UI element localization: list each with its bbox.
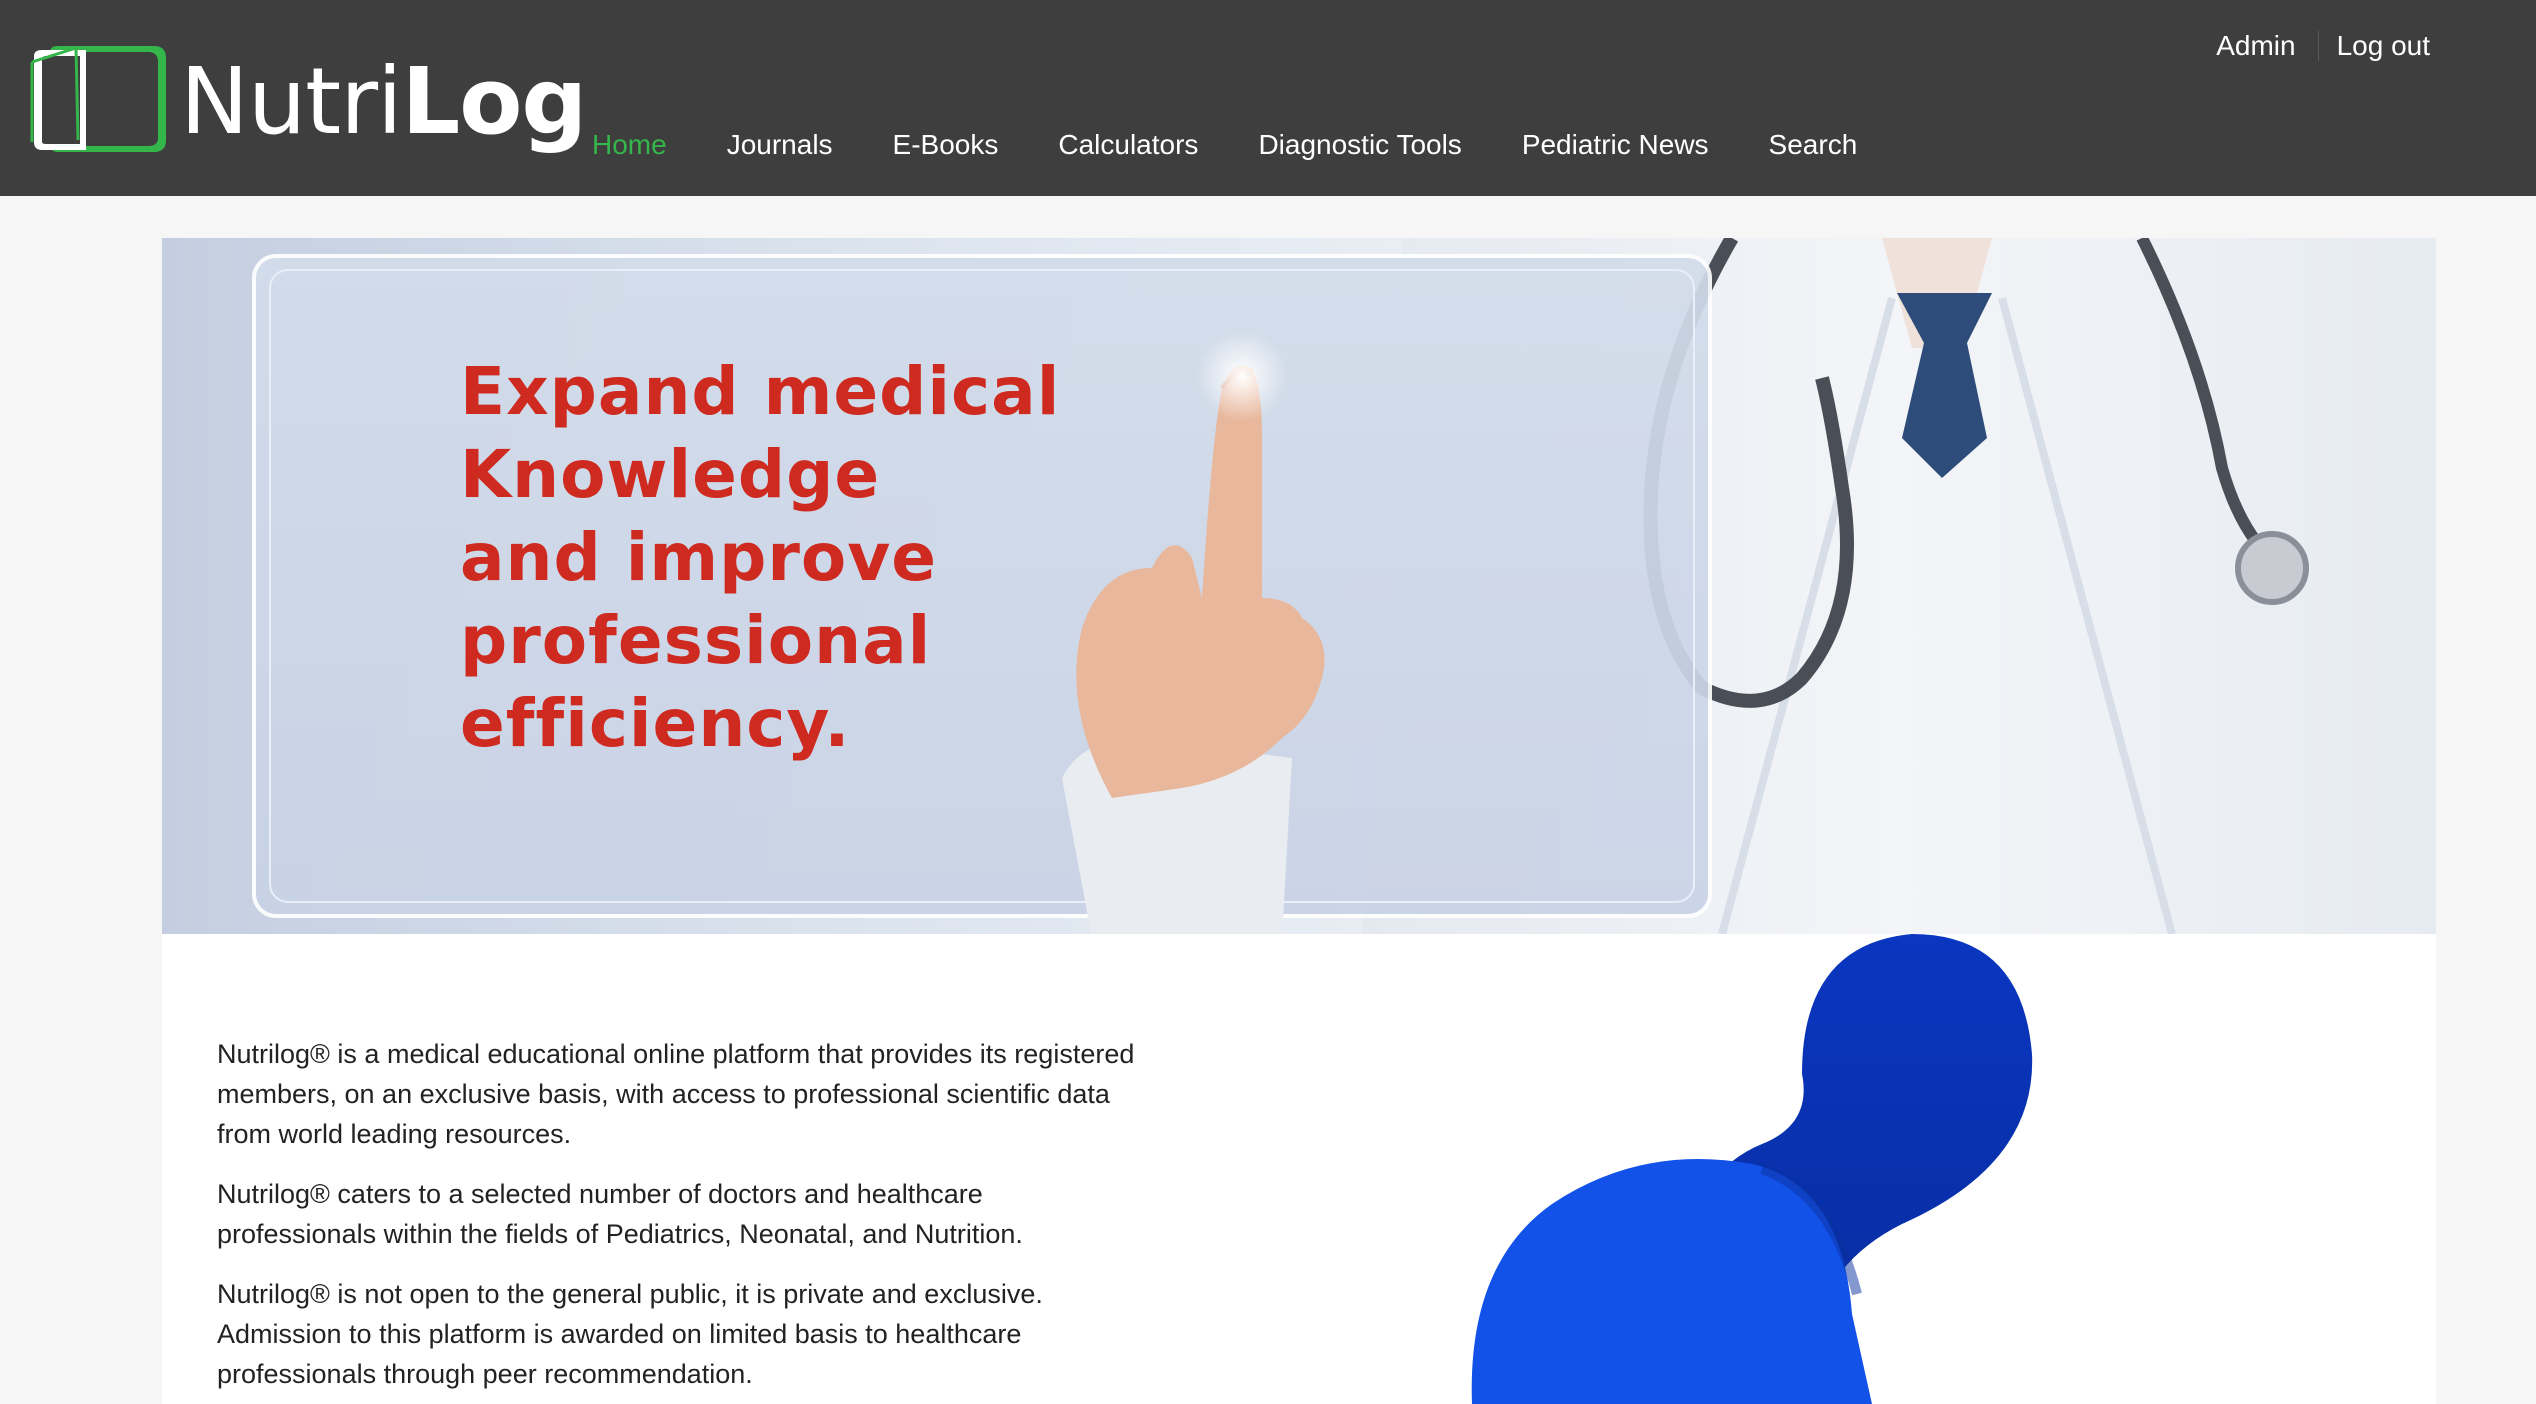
nav-diagnostic-tools[interactable]: Diagnostic Tools [1258, 120, 1461, 170]
about-paragraph: Nutrilog® is not open to the general pub… [217, 1279, 1043, 1389]
hero-line: professional [460, 602, 932, 679]
logo-wordmark-bold: Log [401, 48, 588, 155]
nav-journals[interactable]: Journals [727, 120, 833, 170]
hero-banner: Expand medical Knowledge and improve pro… [162, 238, 2436, 934]
hero-line: and improve [460, 519, 938, 596]
nav-ebooks[interactable]: E-Books [893, 120, 999, 170]
main-content: Expand medical Knowledge and improve pro… [162, 238, 2436, 1404]
hero-line: Knowledge [460, 436, 881, 513]
about-paragraph: Nutrilog® is a medical educational onlin… [217, 1039, 1135, 1149]
hero-line: Expand medical [460, 353, 1061, 430]
link-divider [2317, 31, 2319, 61]
logo-book-icon [30, 45, 166, 152]
page: NutriLog Home Journals E-Books Calculato… [0, 0, 2536, 1404]
logout-link[interactable]: Log out [2337, 26, 2430, 66]
nav-calculators[interactable]: Calculators [1058, 120, 1198, 170]
logo-wordmark: NutriLog [180, 46, 588, 158]
hero-headline: Expand medical Knowledge and improve pro… [460, 350, 1180, 765]
account-links: Admin Log out [2216, 26, 2430, 66]
site-logo[interactable]: NutriLog [28, 42, 587, 162]
about-section: Nutrilog® is a medical educational onlin… [217, 1034, 1147, 1404]
main-nav: Home Journals E-Books Calculators Diagno… [592, 120, 1917, 170]
logo-wordmark-light: Nutri [180, 48, 403, 155]
admin-link[interactable]: Admin [2216, 26, 2295, 66]
nav-search[interactable]: Search [1769, 120, 1858, 170]
nav-pediatric-news[interactable]: Pediatric News [1522, 120, 1709, 170]
hero-line: efficiency. [460, 685, 851, 762]
site-header: NutriLog Home Journals E-Books Calculato… [0, 0, 2536, 196]
decorative-blob-graphic [1471, 934, 2033, 1404]
about-paragraph: Nutrilog® caters to a selected number of… [217, 1179, 1023, 1249]
nav-home[interactable]: Home [592, 120, 667, 170]
